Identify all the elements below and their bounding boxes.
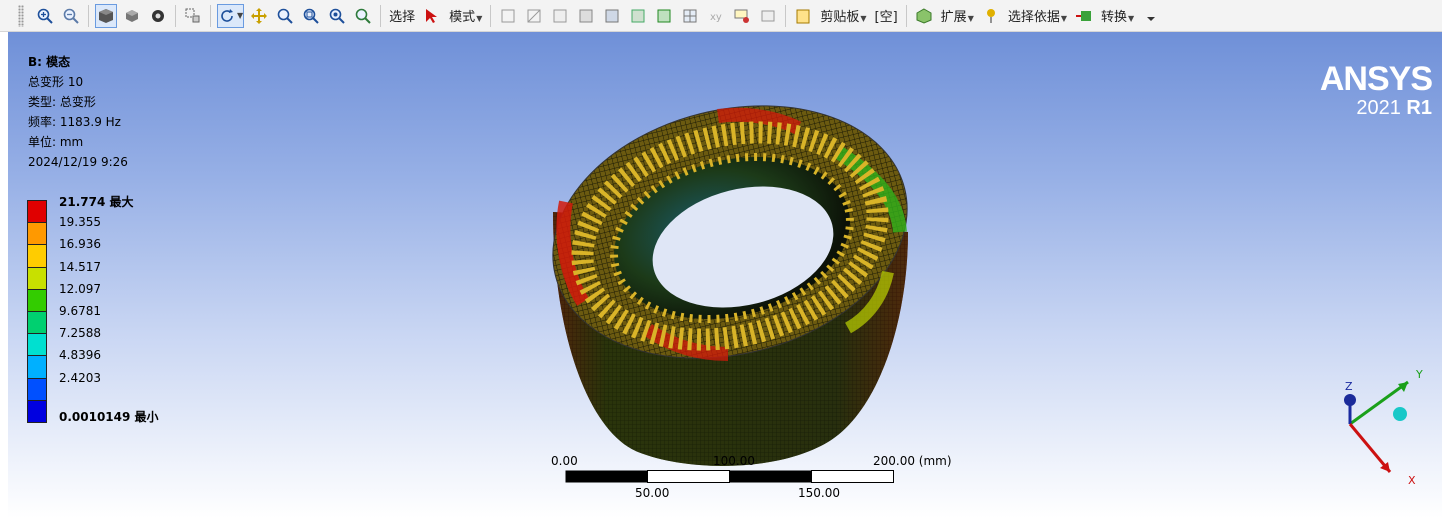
select-node-icon[interactable]: [601, 4, 623, 28]
svg-text:xy: xy: [710, 12, 722, 23]
separator: [88, 4, 89, 27]
convert-label: 转换: [1101, 10, 1128, 25]
box-zoom-icon[interactable]: [300, 4, 322, 28]
stator-deformation-plot[interactable]: [8, 32, 1442, 518]
graphics-toolbar: ▼ 选择 模式▼ xy 剪贴板▼ [空] 扩展▼ 选择依据▼ 转换▼: [0, 0, 1442, 32]
select-button[interactable]: 选择: [385, 6, 419, 25]
clipboard-icon: [792, 4, 814, 28]
solid-view-icon[interactable]: [121, 4, 143, 28]
rotate-tool-icon[interactable]: ▼: [217, 3, 245, 28]
zoom-out-tool-icon[interactable]: [60, 4, 82, 28]
clipboard-dropdown[interactable]: 剪贴板▼: [816, 6, 870, 25]
x-axis: [1348, 423, 1392, 473]
isometric-ball-icon[interactable]: [1393, 407, 1407, 421]
expand-label: 扩展: [940, 10, 967, 25]
separator: [210, 4, 211, 27]
select-element-face-icon[interactable]: [627, 4, 649, 28]
scale-bar-graphic: [565, 470, 894, 483]
expand-dropdown[interactable]: 扩展▼: [937, 6, 978, 25]
explode-icon[interactable]: xy: [705, 4, 727, 28]
axis-triad[interactable]: Y Z X: [1328, 362, 1438, 492]
select-mesh-icon[interactable]: [679, 4, 701, 28]
select-element-icon[interactable]: [653, 4, 675, 28]
separator: [490, 4, 492, 27]
separator: [785, 4, 787, 27]
zoom-to-fit-icon[interactable]: [326, 4, 348, 28]
box-select-icon[interactable]: [182, 4, 204, 28]
scale-label-0: 0.00: [551, 454, 578, 468]
scale-label-100: 100.00: [713, 454, 755, 468]
pan-tool-icon[interactable]: [248, 4, 270, 28]
scale-label-50: 50.00: [635, 486, 670, 500]
select-vertex-icon[interactable]: [497, 4, 519, 28]
select-edge-icon[interactable]: [523, 4, 545, 28]
shaded-view-icon[interactable]: [95, 3, 117, 28]
graphics-options-icon[interactable]: [147, 4, 169, 28]
select-face-icon[interactable]: [549, 4, 571, 28]
separator: [380, 4, 382, 27]
toolbar-grip[interactable]: [18, 4, 24, 27]
separator: [175, 4, 176, 27]
expand-icon: [913, 4, 935, 28]
z-axis-knob-icon: [1344, 394, 1356, 406]
scale-label-150: 150.00: [798, 486, 840, 500]
pin-icon: [980, 4, 1002, 28]
mode-dropdown[interactable]: 模式▼: [445, 6, 486, 25]
x-axis-label: X: [1408, 474, 1416, 487]
z-axis-label: Z: [1345, 380, 1353, 393]
y-axis-label: Y: [1415, 368, 1423, 381]
select-basis-dropdown[interactable]: 选择依据▼: [1004, 6, 1071, 25]
magnifier-icon[interactable]: [352, 4, 374, 28]
graphics-viewport[interactable]: B: 模态 总变形 10 类型: 总变形 频率: 1183.9 Hz 单位: m…: [8, 32, 1442, 518]
zoom-in-tool-icon[interactable]: [34, 4, 56, 28]
select-mode-icon[interactable]: [421, 4, 443, 28]
toolbar-overflow-icon[interactable]: [1140, 4, 1162, 28]
clipboard-empty-indicator: [空]: [874, 10, 898, 25]
convert-icon: [1073, 4, 1095, 28]
separator: [905, 4, 907, 27]
label-icon[interactable]: [757, 4, 779, 28]
clipboard-label: 剪贴板: [820, 10, 860, 25]
select-body-icon[interactable]: [575, 4, 597, 28]
mode-label: 模式: [449, 10, 476, 25]
convert-dropdown[interactable]: 转换▼: [1097, 6, 1138, 25]
zoom-icon[interactable]: [274, 4, 296, 28]
select-basis-label: 选择依据: [1007, 10, 1060, 25]
annotation-icon[interactable]: [731, 4, 753, 28]
scale-label-200: 200.00 (mm): [873, 454, 952, 468]
